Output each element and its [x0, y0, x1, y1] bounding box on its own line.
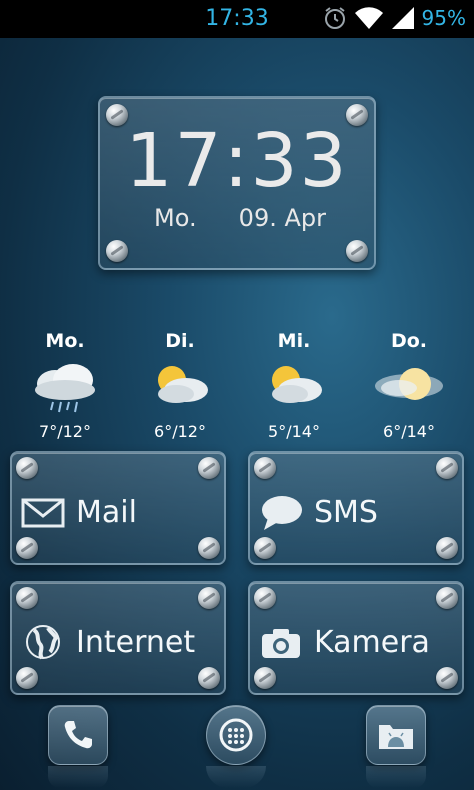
dock-reflection [48, 766, 108, 788]
shortcut-content: Mail [20, 489, 137, 535]
hazy-sun-icon [375, 368, 443, 400]
clock-day: Mo. [154, 204, 197, 232]
forecast-day: Mo. 7°/12° [15, 330, 115, 441]
battery-level: 95% [421, 6, 466, 30]
screw-icon [198, 457, 220, 479]
app-drawer-icon [219, 718, 253, 752]
phone-dock-button[interactable] [48, 705, 108, 765]
globe-icon [26, 625, 60, 660]
camera-icon [262, 629, 300, 658]
forecast-day-name: Do. [390, 330, 428, 352]
forecast-temp: 6°/14° [383, 422, 435, 441]
app-drawer-button[interactable] [206, 705, 266, 765]
shortcut-content: SMS [258, 489, 378, 535]
shortcut-content: Internet [20, 619, 195, 665]
forecast-day: Do. 6°/14° [359, 330, 459, 441]
speech-bubble-icon [262, 496, 302, 530]
shortcut-content: Kamera [258, 619, 430, 665]
screw-icon [16, 667, 38, 689]
clock-time: 17:33 [125, 118, 349, 204]
shortcut-label: Internet [76, 624, 196, 660]
screw-icon [346, 240, 368, 262]
screw-icon [16, 457, 38, 479]
phone-icon [64, 721, 92, 749]
clock-widget[interactable]: 17:33 Mo. 09. Apr [98, 96, 376, 270]
screw-icon [198, 587, 220, 609]
screw-icon [436, 667, 458, 689]
rain-cloud-icon [35, 364, 95, 413]
camera-shortcut[interactable]: Kamera [248, 581, 464, 695]
screw-icon [254, 537, 276, 559]
screw-icon [436, 537, 458, 559]
sms-shortcut[interactable]: SMS [248, 451, 464, 565]
shortcut-label: Kamera [314, 624, 430, 660]
dock-reflection [366, 766, 426, 788]
screw-icon [254, 587, 276, 609]
alarm-icon [324, 7, 345, 29]
forecast-temp: 7°/12° [39, 422, 91, 441]
screw-icon [436, 457, 458, 479]
screw-icon [254, 667, 276, 689]
shortcut-label: Mail [76, 494, 137, 530]
status-icons: 95% [322, 5, 466, 31]
mail-icon [21, 498, 65, 528]
wifi-icon [354, 7, 383, 29]
signal-icon [391, 7, 414, 29]
shortcut-label: SMS [314, 494, 378, 530]
partly-cloudy-icon [272, 366, 322, 403]
forecast-temp: 5°/14° [268, 422, 320, 441]
forecast-day: Di. 6°/12° [130, 330, 230, 441]
forecast-day-name: Mi. [277, 330, 311, 352]
screw-icon [436, 587, 458, 609]
mail-shortcut[interactable]: Mail [10, 451, 226, 565]
screw-icon [254, 457, 276, 479]
screw-icon [106, 240, 128, 262]
forecast-day-name: Mo. [45, 330, 85, 352]
screw-icon [198, 537, 220, 559]
folder-dock-button[interactable] [366, 705, 426, 765]
weather-forecast[interactable]: Mo. 7°/12° Di. 6°/12° Mi. 5°/14° Do. 6°/… [0, 330, 474, 441]
status-bar: 17:33 95% [0, 0, 474, 38]
screw-icon [198, 667, 220, 689]
dock-reflection [206, 766, 266, 788]
folder-android-icon [379, 725, 413, 749]
screw-icon [16, 587, 38, 609]
screw-icon [16, 537, 38, 559]
clock-date: 09. Apr [238, 204, 326, 232]
partly-cloudy-icon [158, 366, 208, 403]
forecast-temp: 6°/12° [154, 422, 206, 441]
forecast-day: Mi. 5°/14° [244, 330, 344, 441]
forecast-day-name: Di. [165, 330, 195, 352]
internet-shortcut[interactable]: Internet [10, 581, 226, 695]
